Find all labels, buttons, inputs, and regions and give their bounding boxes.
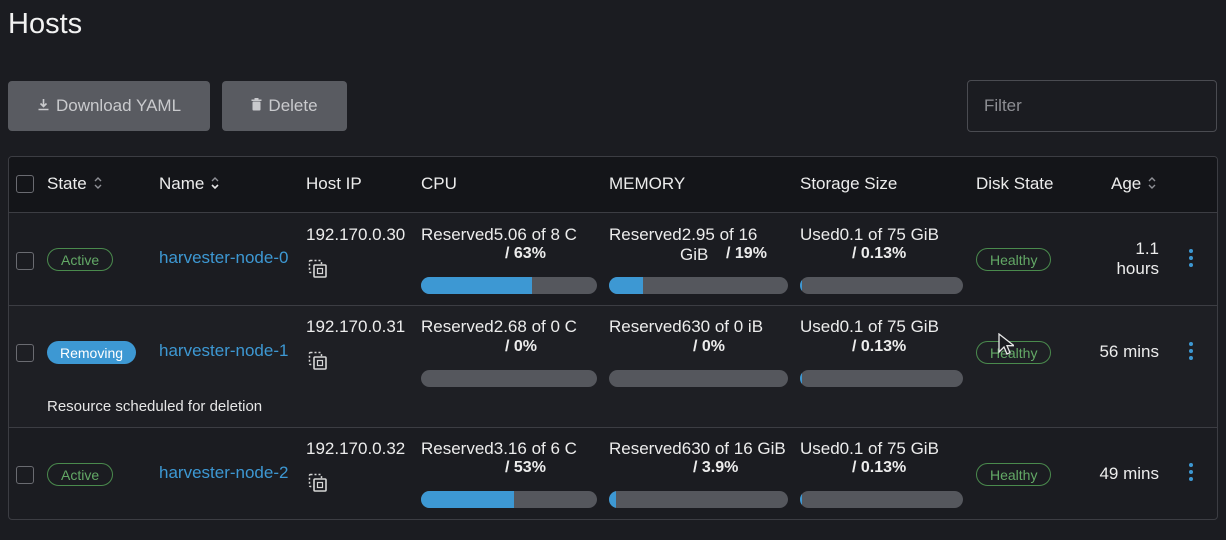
storage-percent: / 0.13% xyxy=(852,338,907,355)
row-actions-icon[interactable] xyxy=(1183,461,1199,485)
memory-unit-text: GiB xyxy=(680,245,709,264)
page-title: Hosts xyxy=(8,8,83,40)
host-ip: 192.170.0.30 xyxy=(306,225,406,244)
column-label-state: State xyxy=(47,174,87,193)
column-header-host-ip: Host IP xyxy=(306,174,362,194)
delete-button[interactable]: Delete xyxy=(222,81,347,131)
column-header-cpu: CPU xyxy=(421,174,457,194)
column-header-storage-size: Storage Size xyxy=(800,174,897,194)
sort-icon xyxy=(1147,176,1157,193)
memory-reserved-text: Reserved630 of 0 iB xyxy=(609,317,764,336)
cpu-reserved-text: Reserved3.16 of 6 C xyxy=(421,439,577,458)
memory-reserved-text: Reserved630 of 16 GiB xyxy=(609,439,786,458)
memory-progress-bar xyxy=(609,491,788,508)
cpu-progress-bar xyxy=(421,370,597,387)
table-row: Active harvester-node-0 192.170.0.30 Res… xyxy=(9,213,1217,306)
memory-reserved-text: Reserved2.95 of 16 xyxy=(609,225,758,244)
column-header-age[interactable]: Age xyxy=(1111,174,1157,194)
disk-state-badge: Healthy xyxy=(976,463,1052,486)
storage-used-text: Used0.1 of 75 GiB xyxy=(800,317,939,336)
copy-icon[interactable] xyxy=(308,351,328,371)
status-badge: Active xyxy=(47,463,114,486)
cpu-percent: / 63% xyxy=(505,245,546,262)
memory-percent: / 3.9% xyxy=(693,459,739,476)
memory-percent: / 0% xyxy=(693,338,726,355)
age-unit: hours xyxy=(1116,259,1159,278)
storage-percent: / 0.13% xyxy=(852,459,907,476)
host-name-link[interactable]: harvester-node-0 xyxy=(159,248,288,268)
storage-progress-fill xyxy=(800,491,802,508)
table-header: State Name Host IP CPU MEMORY Storage Si… xyxy=(9,157,1217,213)
column-label-host-ip: Host IP xyxy=(306,174,362,193)
memory-progress-bar xyxy=(609,370,788,387)
row-actions-icon[interactable] xyxy=(1183,340,1199,364)
download-yaml-label: Download YAML xyxy=(55,96,182,115)
table-row: Removing harvester-node-1 192.170.0.31 R… xyxy=(9,306,1217,428)
sort-icon xyxy=(93,176,103,193)
storage-used-text: Used0.1 of 75 GiB xyxy=(800,225,939,244)
column-header-name[interactable]: Name xyxy=(159,174,220,194)
storage-used-text: Used0.1 of 75 GiB xyxy=(800,439,939,458)
storage-progress-bar xyxy=(800,491,963,508)
cpu-progress-bar xyxy=(421,277,597,294)
column-header-disk-state: Disk State xyxy=(976,174,1053,194)
table-row: Active harvester-node-2 192.170.0.32 Res… xyxy=(9,428,1217,519)
select-all-checkbox[interactable] xyxy=(16,175,34,193)
sort-icon xyxy=(210,176,220,193)
cpu-progress-fill xyxy=(421,277,532,294)
status-badge: Removing xyxy=(47,341,137,364)
copy-icon[interactable] xyxy=(308,259,328,279)
row-status-message: Resource scheduled for deletion xyxy=(47,398,263,415)
trash-icon xyxy=(251,98,262,114)
column-label-age: Age xyxy=(1111,174,1142,193)
delete-label: Delete xyxy=(268,96,318,115)
age-text: 56 mins xyxy=(1099,342,1159,361)
filter-input[interactable] xyxy=(967,80,1217,132)
column-label-storage-size: Storage Size xyxy=(800,174,898,193)
row-checkbox[interactable] xyxy=(16,252,34,270)
cpu-reserved-text: Reserved5.06 of 8 C xyxy=(421,225,577,244)
copy-icon[interactable] xyxy=(308,473,328,493)
cpu-percent: / 53% xyxy=(505,459,546,476)
memory-progress-fill xyxy=(609,491,616,508)
storage-progress-bar xyxy=(800,277,963,294)
host-ip: 192.170.0.31 xyxy=(306,317,406,336)
storage-progress-bar xyxy=(800,370,963,387)
column-header-state[interactable]: State xyxy=(47,174,103,194)
host-name-link[interactable]: harvester-node-2 xyxy=(159,463,288,483)
row-checkbox[interactable] xyxy=(16,344,34,362)
cpu-progress-bar xyxy=(421,491,597,508)
cpu-reserved-text: Reserved2.68 of 0 C xyxy=(421,317,577,336)
column-label-name: Name xyxy=(159,174,205,193)
column-label-memory: MEMORY xyxy=(609,174,686,193)
mouse-cursor-icon xyxy=(998,332,1016,362)
disk-state-badge: Healthy xyxy=(976,248,1052,271)
hosts-table: State Name Host IP CPU MEMORY Storage Si… xyxy=(8,156,1218,520)
age-text: 1.1 hours xyxy=(1079,239,1159,279)
row-checkbox[interactable] xyxy=(16,466,34,484)
column-header-memory: MEMORY xyxy=(609,174,685,194)
column-label-disk-state: Disk State xyxy=(976,174,1054,193)
host-name-link[interactable]: harvester-node-1 xyxy=(159,341,288,361)
memory-percent: / 19% xyxy=(726,245,767,262)
memory-progress-fill xyxy=(609,277,643,294)
cpu-percent: / 0% xyxy=(505,338,538,355)
age-text: 49 mins xyxy=(1099,464,1159,483)
row-actions-icon[interactable] xyxy=(1183,247,1199,271)
storage-percent: / 0.13% xyxy=(852,245,907,262)
column-label-cpu: CPU xyxy=(421,174,457,193)
download-icon xyxy=(37,98,50,114)
cpu-progress-fill xyxy=(421,491,515,508)
storage-progress-fill xyxy=(800,277,802,294)
memory-progress-bar xyxy=(609,277,788,294)
storage-progress-fill xyxy=(800,370,802,387)
age-value: 1.1 xyxy=(1135,239,1159,258)
host-ip: 192.170.0.32 xyxy=(306,439,406,458)
status-badge: Active xyxy=(47,248,114,271)
download-yaml-button[interactable]: Download YAML xyxy=(8,81,210,131)
